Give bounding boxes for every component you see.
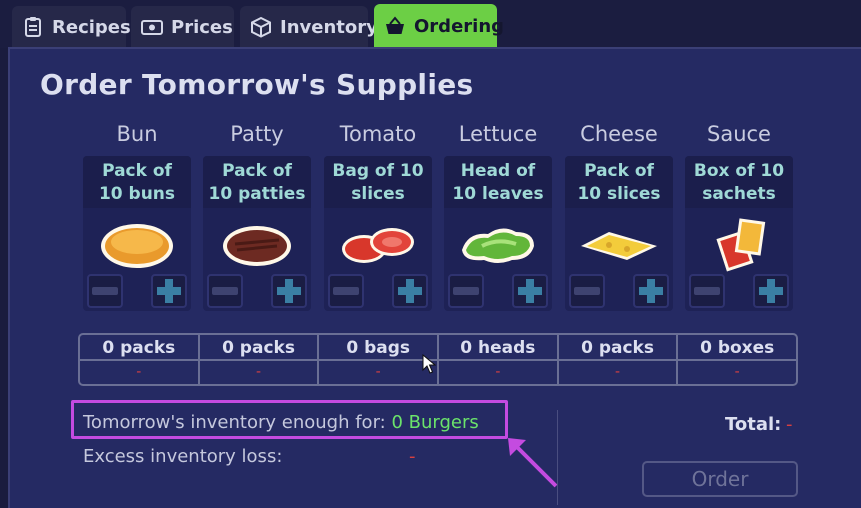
sauce-icon [716,218,766,272]
tab-label: Recipes [52,16,131,38]
tab-prices[interactable]: Prices [131,6,234,48]
decrease-button[interactable] [448,274,484,308]
decrease-button[interactable] [328,274,364,308]
quantity-value: 0 packs [80,335,198,361]
ingredient-column-cheese: Cheese Pack of 10 slices [565,122,673,311]
quantity-value: 0 bags [319,335,438,361]
total-label: Total: [725,414,782,435]
ingredient-card: Pack of 10 slices [565,156,673,311]
money-icon [141,20,163,35]
quantity-value: 0 boxes [678,335,797,361]
cost-value: - [136,364,142,380]
pack-description: Pack of 10 buns [83,156,191,208]
bun-icon [101,224,173,268]
tab-bar: Recipes Prices Inventory Ordering [0,0,861,48]
tab-label: Ordering [414,15,505,37]
tab-ordering[interactable]: Ordering [374,4,504,48]
increase-button[interactable] [753,274,789,308]
plus-icon [639,279,663,303]
cost-value: - [614,364,621,380]
tab-inventory[interactable]: Inventory [240,6,378,48]
annotation-arrow-icon [508,438,558,488]
ingredient-name: Lettuce [458,122,538,146]
order-button[interactable]: Order [642,461,798,497]
cost-value: - [375,364,381,380]
quantity-cell: 0 heads - [439,335,559,384]
lettuce-icon [462,228,534,263]
cheese-icon [581,232,657,260]
pack-description: Head of 10 leaves [444,156,552,208]
ingredient-card: Pack of 10 patties [203,156,311,311]
patty-icon [223,226,291,266]
plus-icon [277,279,301,303]
cost-value: - [255,364,262,380]
ingredient-card: Bag of 10 slices [324,156,432,311]
plus-icon [518,279,542,303]
cost-value: - [734,364,740,380]
page-title: Order Tomorrow's Supplies [40,68,474,101]
ingredient-name: Tomato [339,122,417,146]
mouse-cursor-icon [422,354,436,374]
increase-button[interactable] [271,274,307,308]
pack-description: Bag of 10 slices [324,156,432,208]
decrease-button[interactable] [689,274,725,308]
quantity-value: 0 packs [558,335,677,361]
plus-icon [157,279,181,303]
total-value: - [786,414,793,435]
ingredient-column-lettuce: Lettuce Head of 10 leaves [444,122,552,311]
increase-button[interactable] [512,274,548,308]
decrease-button[interactable] [87,274,123,308]
ingredient-card: Head of 10 leaves [444,156,552,311]
plus-icon [759,279,783,303]
box-icon [251,16,271,38]
ingredient-column-bun: Bun Pack of 10 buns [83,122,191,311]
ingredient-column-patty: Patty Pack of 10 patties [203,122,311,311]
divider [557,410,558,505]
quantity-cell: 0 packs - [199,335,320,384]
pack-description: Pack of 10 patties [203,156,311,208]
ingredient-column-sauce: Sauce Box of 10 sachets [685,122,793,311]
plus-icon [398,279,422,303]
quantity-value: 0 heads [439,335,557,361]
pack-description: Box of 10 sachets [685,156,793,208]
cost-value: - [495,364,501,380]
ingredient-card: Box of 10 sachets [685,156,793,311]
tab-label: Prices [171,16,233,38]
quantity-cell: 0 boxes - [678,335,797,384]
decrease-button[interactable] [569,274,605,308]
basket-icon [386,16,404,34]
tomato-icon [342,228,414,263]
order-quantity-table: 0 packs - 0 packs - 0 bags - 0 heads - 0… [78,333,798,386]
pack-description: Pack of 10 slices [565,156,673,208]
ingredient-name: Sauce [707,122,771,146]
increase-button[interactable] [151,274,187,308]
highlight-box [71,400,508,439]
quantity-cell: 0 packs - [80,335,200,384]
increase-button[interactable] [392,274,428,308]
tab-label: Inventory [280,16,378,38]
excess-loss-label: Excess inventory loss: [83,446,283,467]
quantity-value: 0 packs [199,335,318,361]
quantity-cell: 0 packs - [558,335,679,384]
tab-recipes[interactable]: Recipes [12,6,131,48]
ingredient-name: Bun [116,122,158,146]
ingredient-name: Patty [230,122,284,146]
clipboard-icon [25,17,41,37]
ingredient-column-tomato: Tomato Bag of 10 slices [324,122,432,311]
ingredient-name: Cheese [580,122,658,146]
decrease-button[interactable] [207,274,243,308]
ingredient-card: Pack of 10 buns [83,156,191,311]
excess-loss-value: - [409,446,416,467]
increase-button[interactable] [633,274,669,308]
